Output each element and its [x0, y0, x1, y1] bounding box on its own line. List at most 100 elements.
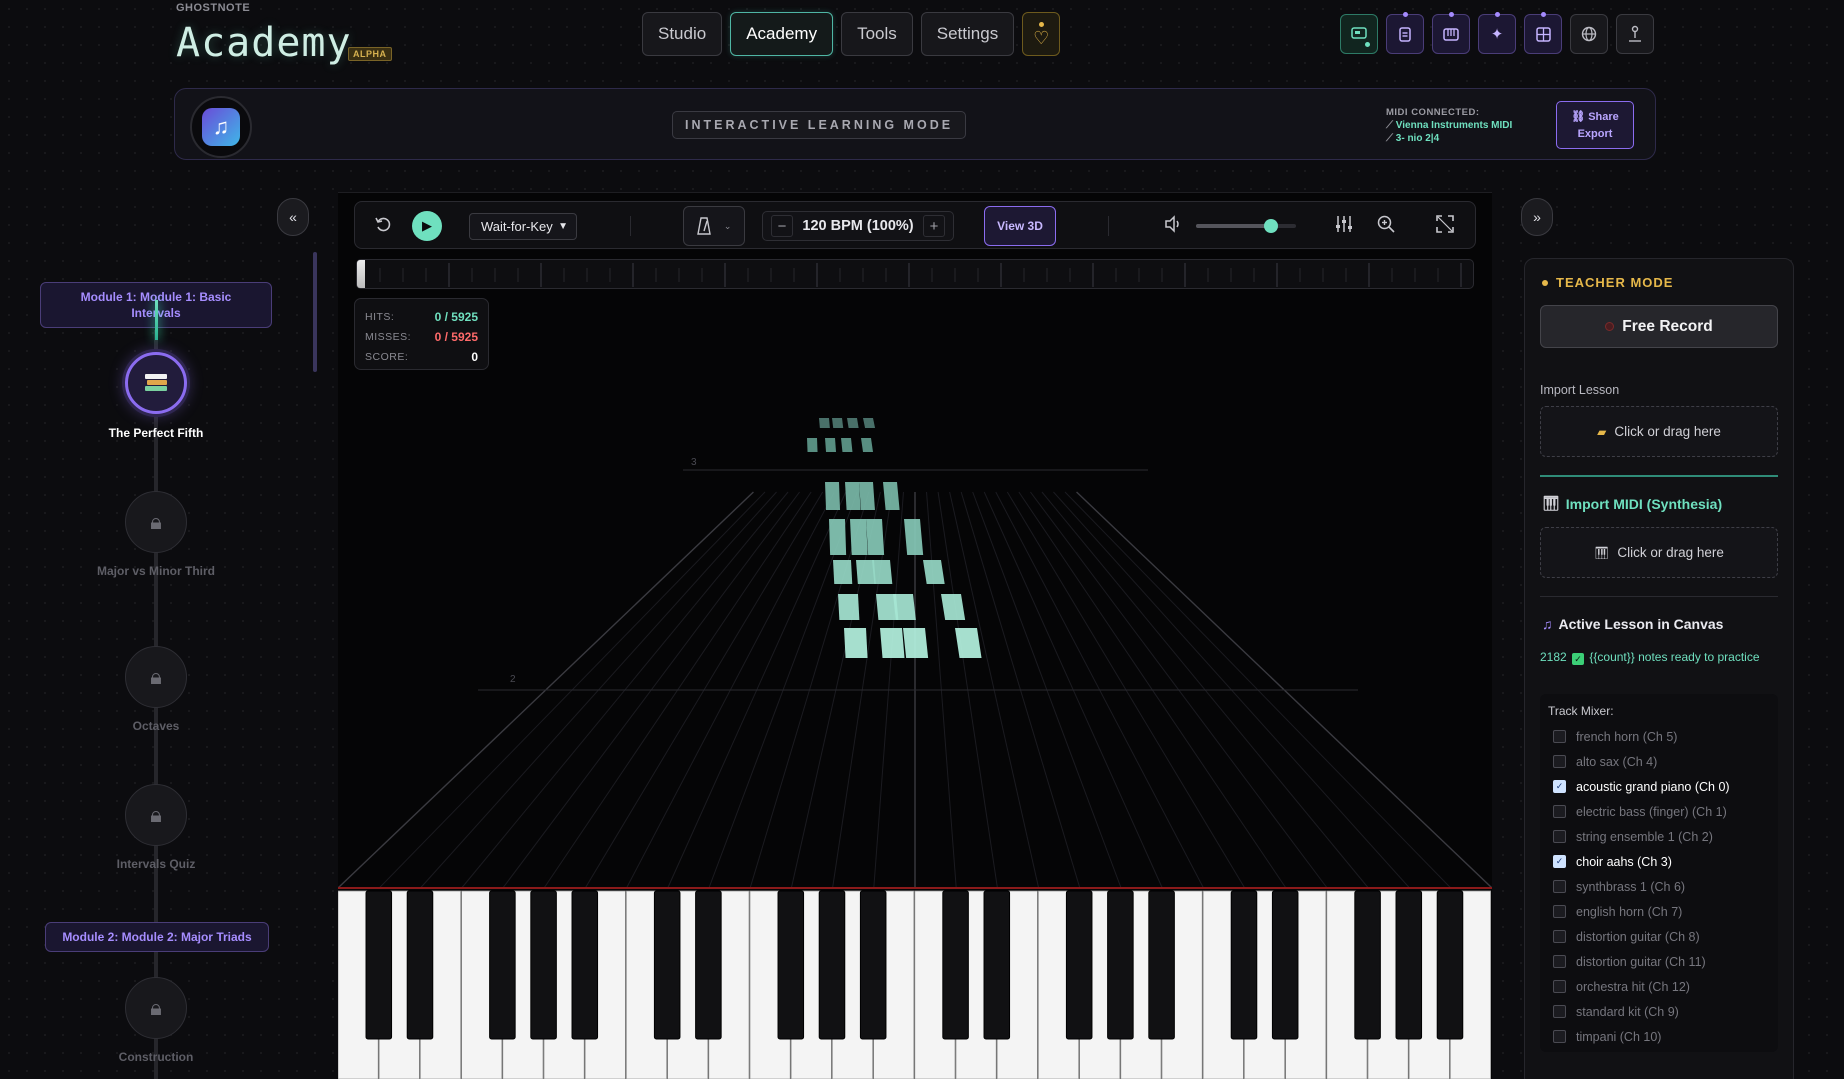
black-key[interactable]: [983, 890, 1011, 1040]
track-checkbox[interactable]: [1553, 1030, 1566, 1043]
practice-mode-select[interactable]: Wait-for-Key ▼: [469, 213, 577, 240]
restart-button[interactable]: [373, 214, 393, 239]
path-scrollbar[interactable]: [313, 252, 317, 372]
module-2-header[interactable]: Module 2: Module 2: Major Triads: [45, 922, 269, 952]
lesson-node-intervals-quiz[interactable]: 🔒︎: [125, 784, 187, 846]
black-key[interactable]: [777, 890, 805, 1040]
nav-tools[interactable]: Tools: [841, 12, 913, 56]
black-key[interactable]: [1395, 890, 1423, 1040]
track-mixer-row[interactable]: electric bass (finger) (Ch 1): [1548, 799, 1770, 824]
track-checkbox[interactable]: [1553, 930, 1566, 943]
black-key[interactable]: [1065, 890, 1093, 1040]
note-highway: 3 2: [338, 418, 1492, 889]
black-key[interactable]: [406, 890, 434, 1040]
score-value: 0: [471, 350, 478, 364]
collapse-left-button[interactable]: «: [277, 198, 309, 236]
track-mixer-row[interactable]: distortion guitar (Ch 8): [1548, 924, 1770, 949]
play-icon: ▶: [422, 218, 432, 233]
collapse-right-button[interactable]: »: [1521, 198, 1553, 236]
track-checkbox[interactable]: ✓: [1553, 780, 1566, 793]
black-key[interactable]: [653, 890, 681, 1040]
black-key[interactable]: [1354, 890, 1381, 1040]
track-mixer-row[interactable]: standard kit (Ch 9): [1548, 999, 1770, 1024]
track-mixer-row[interactable]: timpani (Ch 10): [1548, 1024, 1770, 1049]
import-midi-dropzone[interactable]: 🎹︎ Click or drag here: [1540, 527, 1778, 578]
track-checkbox[interactable]: ✓: [1553, 855, 1566, 868]
metronome-button[interactable]: ⌄: [683, 206, 745, 246]
play-button[interactable]: ▶: [412, 211, 442, 241]
nav-settings[interactable]: Settings: [920, 12, 1015, 56]
track-mixer-row[interactable]: distortion guitar (Ch 11): [1548, 949, 1770, 974]
keyboard-icon: [1443, 28, 1459, 41]
nav-academy[interactable]: Academy: [730, 12, 834, 56]
black-key[interactable]: [1271, 890, 1299, 1040]
screen-button[interactable]: [1340, 14, 1378, 54]
sparkle-button[interactable]: ✦: [1478, 12, 1516, 54]
tempo-decrease-button[interactable]: −: [771, 215, 793, 237]
black-key[interactable]: [942, 890, 969, 1040]
track-mixer-row[interactable]: orchestra hit (Ch 12): [1548, 974, 1770, 999]
timeline-playhead[interactable]: [357, 260, 365, 288]
black-key[interactable]: [365, 890, 393, 1040]
piano-keyboard[interactable]: [338, 889, 1492, 1079]
zoom-button[interactable]: [1376, 214, 1396, 239]
track-checkbox[interactable]: [1553, 805, 1566, 818]
track-mixer-row[interactable]: french horn (Ch 5): [1548, 724, 1770, 749]
track-mixer-row[interactable]: synthbrass 1 (Ch 6): [1548, 874, 1770, 899]
black-key[interactable]: [489, 890, 516, 1040]
keyboard-button[interactable]: [1432, 12, 1470, 54]
song-timeline[interactable]: [356, 259, 1474, 289]
app-title[interactable]: Academy: [176, 20, 352, 66]
black-key[interactable]: [859, 890, 887, 1040]
clipboard-button[interactable]: [1386, 12, 1424, 54]
lesson-node-perfect-fifth[interactable]: [125, 352, 187, 414]
lesson-node-construction[interactable]: 🔒︎: [125, 977, 187, 1039]
clipboard-icon: [1399, 27, 1411, 42]
black-key[interactable]: [818, 890, 846, 1040]
grid-button[interactable]: [1524, 12, 1562, 54]
nav-studio[interactable]: Studio: [642, 12, 723, 56]
track-checkbox[interactable]: [1553, 755, 1566, 768]
free-record-button[interactable]: Free Record: [1540, 305, 1778, 348]
black-key[interactable]: [530, 890, 557, 1040]
track-checkbox[interactable]: [1553, 880, 1566, 893]
volume-button[interactable]: [1163, 214, 1183, 239]
lesson-node-octaves[interactable]: 🔒︎: [125, 646, 187, 708]
support-heart-button[interactable]: ♡: [1022, 12, 1061, 56]
track-checkbox[interactable]: [1553, 905, 1566, 918]
tempo-increase-button[interactable]: +: [923, 215, 945, 237]
track-mixer-row[interactable]: ✓ choir aahs (Ch 3): [1548, 849, 1770, 874]
lesson-label: Major vs Minor Third: [96, 564, 215, 578]
volume-slider-knob[interactable]: [1264, 219, 1278, 233]
dropzone-label: Click or drag here: [1614, 424, 1721, 439]
track-label: distortion guitar (Ch 8): [1576, 929, 1700, 944]
profile-button[interactable]: [1616, 14, 1654, 54]
track-mixer-row[interactable]: string ensemble 1 (Ch 2): [1548, 824, 1770, 849]
black-key[interactable]: [1436, 890, 1464, 1040]
fullscreen-button[interactable]: [1435, 214, 1455, 239]
black-key[interactable]: [1230, 890, 1258, 1040]
lesson-node-major-minor-third[interactable]: 🔒︎: [125, 491, 187, 553]
track-checkbox[interactable]: [1553, 830, 1566, 843]
track-checkbox[interactable]: [1553, 955, 1566, 968]
black-key[interactable]: [695, 890, 722, 1040]
track-mixer-row[interactable]: english horn (Ch 7): [1548, 899, 1770, 924]
mixer-button[interactable]: [1334, 214, 1354, 239]
black-key[interactable]: [571, 890, 599, 1040]
view-3d-toggle[interactable]: View 3D: [984, 206, 1056, 246]
track-label: distortion guitar (Ch 11): [1576, 954, 1706, 969]
import-lesson-dropzone[interactable]: ▰ Click or drag here: [1540, 406, 1778, 457]
falling-note: [880, 628, 905, 658]
falling-note: [841, 438, 853, 452]
track-checkbox[interactable]: [1553, 1005, 1566, 1018]
track-mixer-row[interactable]: ✓ acoustic grand piano (Ch 0): [1548, 774, 1770, 799]
share-export-button[interactable]: ⛓ Share Export: [1556, 101, 1634, 149]
track-mixer-row[interactable]: alto sax (Ch 4): [1548, 749, 1770, 774]
black-key[interactable]: [1107, 890, 1134, 1040]
notes-ready-text: {{count}} notes ready to practice: [1589, 650, 1760, 664]
track-checkbox[interactable]: [1553, 980, 1566, 993]
language-button[interactable]: [1570, 14, 1608, 54]
export-label: Export: [1577, 128, 1613, 140]
black-key[interactable]: [1148, 890, 1175, 1040]
track-checkbox[interactable]: [1553, 730, 1566, 743]
